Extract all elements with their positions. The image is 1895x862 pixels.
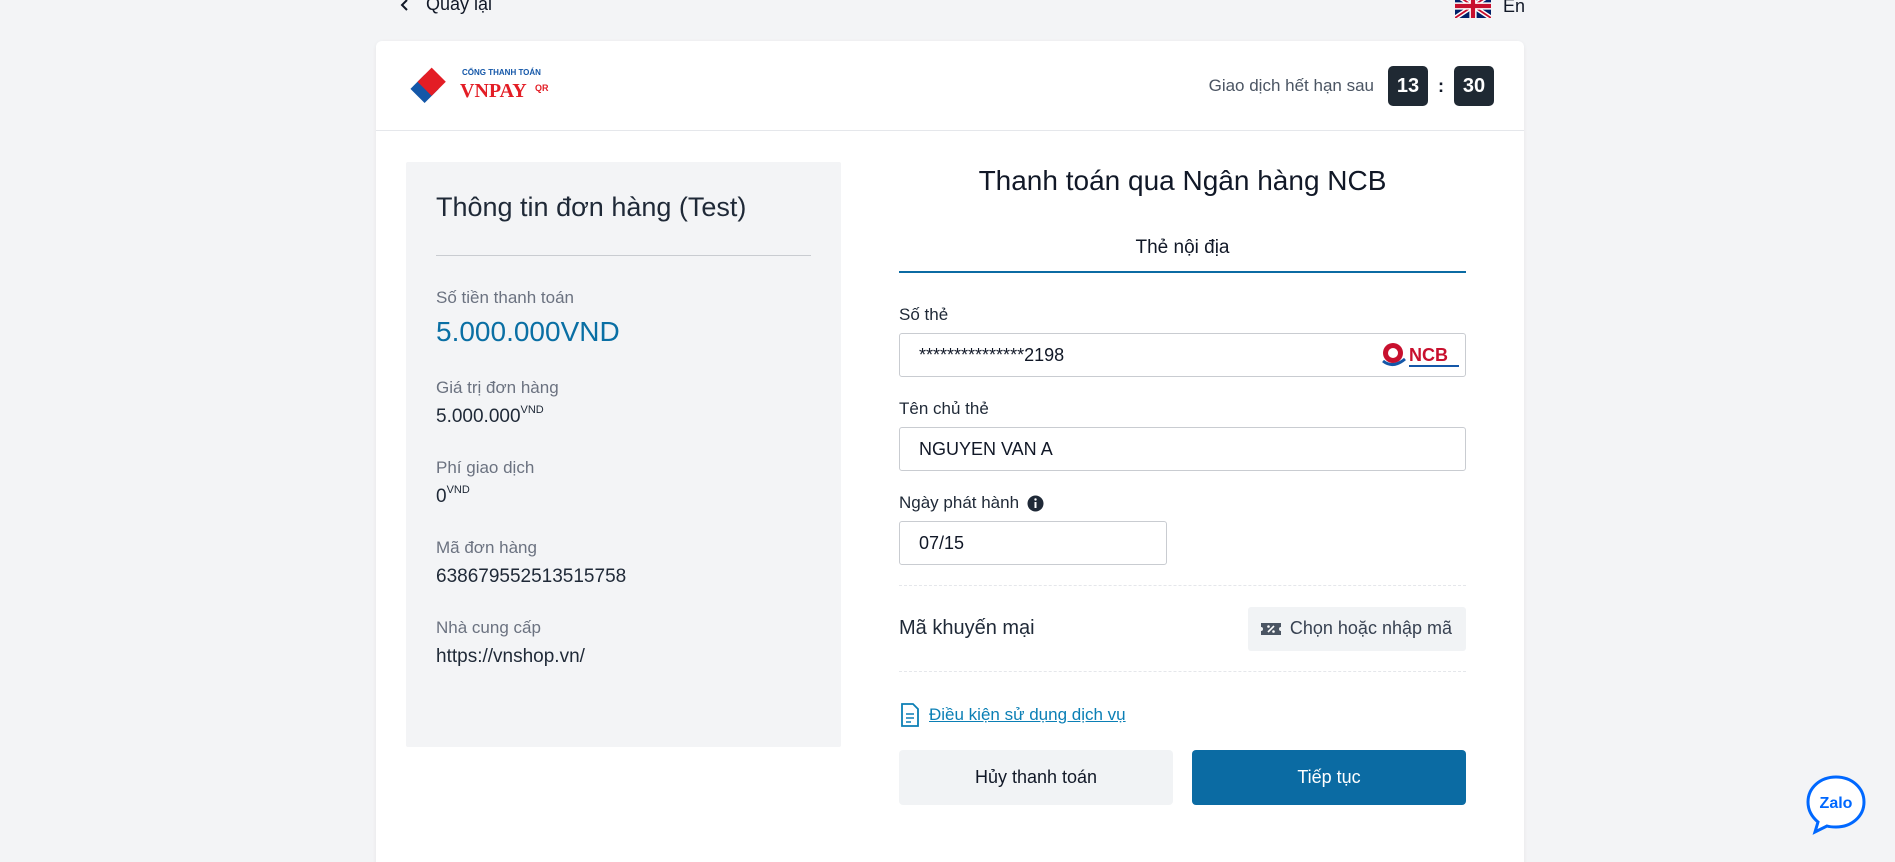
back-label: Quay lại bbox=[426, 0, 493, 14]
timer-minutes: 13 bbox=[1388, 66, 1428, 106]
fee-value: 0VND bbox=[436, 484, 470, 507]
action-buttons: Hủy thanh toán Tiếp tục bbox=[899, 750, 1466, 805]
promo-code-button[interactable]: Chọn hoặc nhập mã bbox=[1247, 606, 1466, 651]
fee-label: Phí giao dịch bbox=[436, 458, 535, 477]
holder-label: Tên chủ thẻ bbox=[899, 399, 989, 418]
order-id-block: Mã đơn hàng 638679552513515758 bbox=[436, 538, 811, 588]
svg-text:QR: QR bbox=[535, 83, 549, 93]
order-info-panel: Thông tin đơn hàng (Test) Số tiền thanh … bbox=[406, 162, 841, 747]
ncb-bank-logo: NCB bbox=[1382, 343, 1459, 367]
promo-row: Mã khuyến mại Chọn hoặc nhập mã bbox=[899, 585, 1466, 672]
holder-value: NGUYEN VAN A bbox=[919, 438, 1053, 459]
terms-link[interactable]: Điều kiện sử dụng dịch vụ bbox=[899, 702, 1466, 728]
card-number-value: ***************2198 bbox=[919, 344, 1065, 365]
order-id: 638679552513515758 bbox=[436, 566, 627, 587]
order-value-label: Giá trị đơn hàng bbox=[436, 378, 559, 397]
currency-unit: VND bbox=[446, 484, 470, 496]
fee-block: Phí giao dịch 0VND bbox=[436, 458, 811, 508]
issue-date-label-row: Ngày phát hành bbox=[899, 493, 1466, 513]
document-icon bbox=[901, 703, 919, 727]
uk-flag-icon bbox=[1455, 0, 1491, 18]
expiry-timer: Giao dịch hết hạn sau 13 : 30 bbox=[1209, 66, 1494, 106]
provider-label: Nhà cung cấp bbox=[436, 618, 541, 637]
order-value: 5.000.000VND bbox=[436, 404, 544, 427]
order-value-block: Giá trị đơn hàng 5.000.000VND bbox=[436, 378, 811, 428]
payment-card: CỔNG THANH TOÁN VNPAY QR Giao dịch hết h… bbox=[376, 41, 1524, 862]
top-bar: Quay lại En bbox=[0, 0, 1895, 30]
timer-seconds: 30 bbox=[1454, 66, 1494, 106]
svg-text:VNPAY: VNPAY bbox=[460, 80, 527, 102]
tab-bar: Thẻ nội địa bbox=[899, 227, 1466, 273]
cancel-payment-button[interactable]: Hủy thanh toán bbox=[899, 750, 1173, 805]
currency-unit: VND bbox=[520, 404, 544, 416]
language-switch[interactable]: En bbox=[1455, 0, 1525, 18]
card-header: CỔNG THANH TOÁN VNPAY QR Giao dịch hết h… bbox=[376, 41, 1524, 131]
terms-label: Điều kiện sử dụng dịch vụ bbox=[929, 705, 1126, 724]
payment-title: Thanh toán qua Ngân hàng NCB bbox=[978, 165, 1387, 196]
amount-label: Số tiền thanh toán bbox=[436, 288, 575, 307]
card-number-field[interactable]: ***************2198 NCB bbox=[899, 333, 1466, 377]
zalo-chat-icon[interactable]: Zalo bbox=[1805, 774, 1867, 836]
chevron-left-icon bbox=[400, 0, 408, 11]
info-icon[interactable] bbox=[1027, 495, 1044, 512]
provider-block: Nhà cung cấp https://vnshop.vn/ bbox=[436, 618, 811, 668]
timer-colon: : bbox=[1438, 75, 1444, 96]
card-number-label: Số thẻ bbox=[899, 305, 949, 324]
vnpay-logo: CỔNG THANH TOÁN VNPAY QR bbox=[410, 67, 549, 103]
back-link[interactable]: Quay lại bbox=[398, 0, 492, 15]
issue-date-label: Ngày phát hành bbox=[899, 493, 1020, 512]
divider bbox=[436, 255, 811, 256]
ticket-icon bbox=[1260, 622, 1281, 635]
payment-form: Thanh toán qua Ngân hàng NCB Thẻ nội địa… bbox=[899, 162, 1466, 805]
amount-value: 5.000.000VND bbox=[436, 316, 620, 347]
holder-field[interactable]: NGUYEN VAN A bbox=[899, 427, 1466, 471]
svg-text:NCB: NCB bbox=[1409, 345, 1448, 365]
language-label: En bbox=[1503, 0, 1526, 16]
svg-text:CỔNG THANH TOÁN: CỔNG THANH TOÁN bbox=[462, 68, 541, 77]
svg-text:Zalo: Zalo bbox=[1820, 795, 1853, 812]
tab-domestic-card[interactable]: Thẻ nội địa bbox=[1135, 227, 1229, 259]
continue-button[interactable]: Tiếp tục bbox=[1192, 750, 1466, 805]
provider-value: https://vnshop.vn/ bbox=[436, 646, 585, 667]
promo-button-label: Chọn hoặc nhập mã bbox=[1289, 618, 1452, 638]
issue-date-field[interactable]: 07/15 bbox=[899, 521, 1167, 565]
issue-date-value: 07/15 bbox=[919, 532, 965, 553]
timer-label: Giao dịch hết hạn sau bbox=[1208, 76, 1374, 95]
order-title: Thông tin đơn hàng (Test) bbox=[436, 192, 747, 222]
amount-block: Số tiền thanh toán 5.000.000VND bbox=[436, 288, 811, 348]
promo-label: Mã khuyến mại bbox=[899, 617, 1035, 639]
order-id-label: Mã đơn hàng bbox=[436, 538, 537, 557]
